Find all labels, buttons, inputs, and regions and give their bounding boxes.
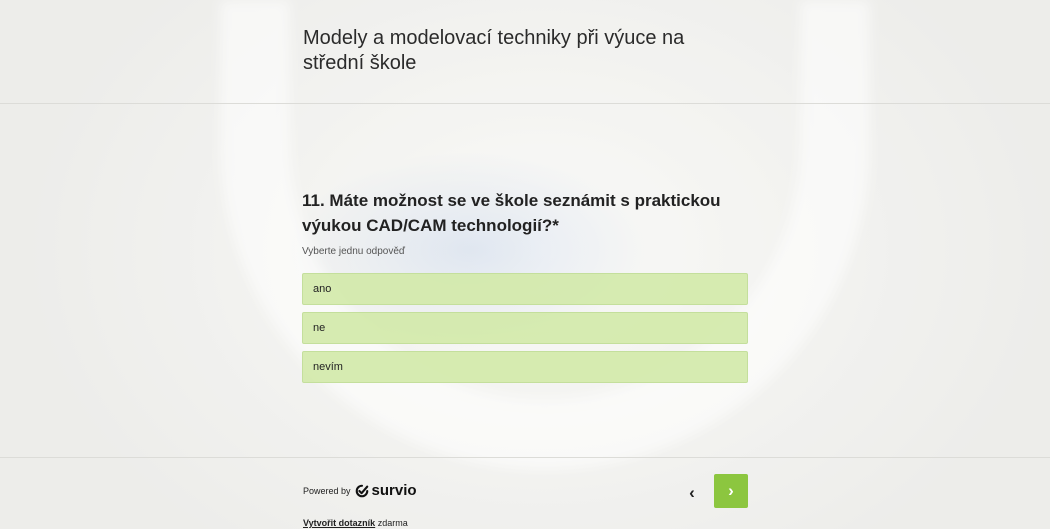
option-label: ne — [313, 322, 326, 334]
survey-title: Modely a modelovací techniky při výuce n… — [303, 27, 685, 74]
option-ano[interactable]: ano — [302, 273, 748, 305]
powered-by-label: Powered by — [303, 485, 351, 496]
survey-footer: Powered by survio ‹ › Vytvořit dotazník … — [0, 457, 1050, 529]
option-label: ano — [313, 283, 332, 295]
next-button[interactable]: › — [714, 474, 748, 508]
create-survey-link-text: Vytvořit dotazník — [303, 518, 376, 528]
previous-button[interactable]: ‹ — [680, 476, 704, 510]
chevron-right-icon: › — [728, 481, 734, 500]
option-nevim[interactable]: nevím — [302, 351, 748, 383]
option-label: nevím — [313, 361, 343, 373]
create-survey-link[interactable]: Vytvořit dotazník zdarma — [303, 518, 408, 528]
option-ne[interactable]: ne — [302, 312, 748, 344]
question-hint: Vyberte jednu odpověď — [302, 246, 406, 257]
survey-header: Modely a modelovací techniky při výuce n… — [0, 0, 1050, 104]
survio-logo-icon — [355, 484, 368, 497]
answer-options: ano ne nevím — [302, 273, 752, 383]
survio-brand-text: survio — [371, 482, 417, 499]
survio-logo[interactable]: survio — [355, 482, 417, 499]
powered-by: Powered by survio — [303, 482, 417, 499]
question-block: 11. Máte možnost se ve škole seznámit s … — [302, 188, 752, 390]
chevron-left-icon: ‹ — [689, 483, 695, 502]
create-survey-suffix: zdarma — [377, 518, 408, 528]
question-title: 11. Máte možnost se ve škole seznámit s … — [302, 191, 721, 235]
